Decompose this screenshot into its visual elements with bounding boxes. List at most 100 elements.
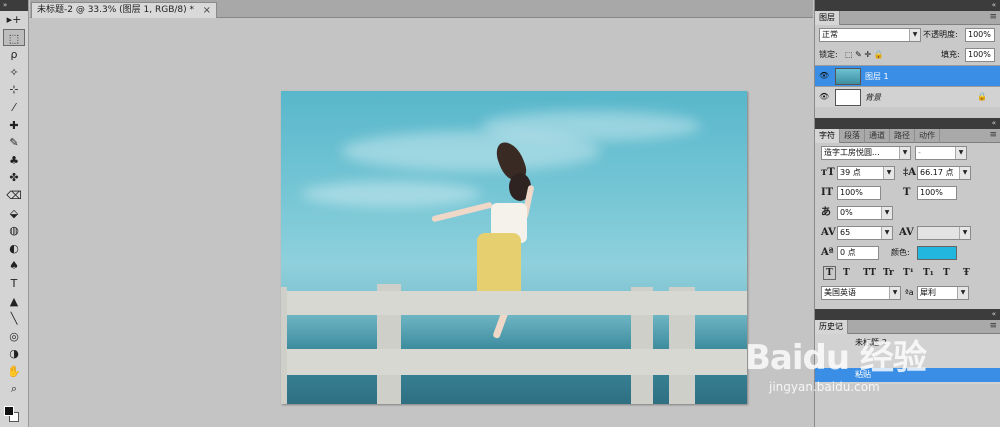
- language-select[interactable]: 美国英语 ▼: [821, 286, 901, 300]
- layer-row[interactable]: 👁 图层 1: [815, 65, 1000, 86]
- tab-character[interactable]: 字符: [815, 129, 840, 143]
- tracking-row: AV 65 ▼ AV ▼: [815, 223, 1000, 243]
- horizontal-scale-icon: T: [903, 187, 911, 198]
- crop-tool-icon[interactable]: ⊹: [3, 81, 25, 99]
- layer-row[interactable]: 👁 背景 🔒: [815, 86, 1000, 107]
- faux-italic-icon[interactable]: T: [843, 263, 850, 283]
- panel-menu-icon[interactable]: ≡: [989, 12, 997, 22]
- canvas-area[interactable]: [30, 19, 813, 427]
- panel-collapse-strip[interactable]: «: [815, 0, 1000, 11]
- chevron-down-icon: ▼: [955, 147, 966, 159]
- leading-icon: ‡A: [903, 167, 916, 178]
- healing-brush-tool-icon[interactable]: ✚: [3, 117, 25, 135]
- chevron-down-icon: ▼: [959, 167, 970, 179]
- history-brush-tool-icon[interactable]: ✤: [3, 169, 25, 187]
- small-caps-icon[interactable]: Tr: [883, 263, 894, 283]
- eye-icon[interactable]: 👁: [819, 92, 829, 101]
- dodge-tool-icon[interactable]: ◐: [3, 240, 25, 258]
- layers-panel-tabs: 图层 ≡: [815, 11, 1000, 25]
- underline-icon[interactable]: T: [943, 263, 950, 283]
- toolbox-grip[interactable]: »: [0, 0, 28, 11]
- panel-collapse-strip[interactable]: «: [815, 118, 1000, 129]
- blur-tool-icon[interactable]: ◍: [3, 222, 25, 240]
- subscript-icon[interactable]: T₁: [923, 263, 934, 283]
- kerning-field[interactable]: ▼: [917, 226, 971, 240]
- leading-field[interactable]: 66.17 点 ▼: [917, 166, 971, 180]
- font-family-value: 造字工房悦圆...: [824, 148, 880, 157]
- opacity-field[interactable]: 100%: [965, 28, 995, 42]
- move-tool-icon[interactable]: ▸+: [3, 11, 25, 29]
- tab-layers[interactable]: 图层: [815, 11, 840, 25]
- document-tab-bar: 未标题-2 @ 33.3% (图层 1, RGB/8) * ×: [30, 0, 813, 18]
- close-icon[interactable]: ×: [203, 3, 211, 18]
- font-style-select[interactable]: - ▼: [915, 146, 967, 160]
- tsume-value: 0%: [840, 208, 853, 217]
- anti-alias-select[interactable]: 犀利 ▼: [917, 286, 969, 300]
- tab-actions[interactable]: 动作: [915, 129, 940, 143]
- fill-field[interactable]: 100%: [965, 48, 995, 62]
- lock-icon: 🔒: [977, 92, 987, 101]
- baidu-watermark: Baidu 经验 jingyan.baidu.com: [745, 330, 965, 410]
- panel-collapse-strip[interactable]: «: [815, 309, 1000, 320]
- eye-icon[interactable]: 👁: [819, 71, 829, 80]
- opacity-label: 不透明度:: [923, 30, 958, 39]
- brush-tool-icon[interactable]: ✎: [3, 134, 25, 152]
- tracking-value: 65: [840, 228, 851, 237]
- chevron-down-icon: ▼: [909, 29, 920, 41]
- clone-stamp-tool-icon[interactable]: ♣: [3, 152, 25, 170]
- horizontal-scale-field[interactable]: 100%: [917, 186, 957, 200]
- vertical-scale-icon: IT: [821, 187, 834, 198]
- tsume-field[interactable]: 0% ▼: [837, 206, 893, 220]
- line-tool-icon[interactable]: ╲: [3, 310, 25, 328]
- blend-mode-select[interactable]: 正常 ▼: [819, 28, 921, 42]
- text-color-swatch[interactable]: [917, 246, 957, 260]
- color-label: 颜色:: [891, 248, 910, 257]
- paint-bucket-tool-icon[interactable]: ⬙: [3, 205, 25, 223]
- layer-thumbnail: [835, 68, 861, 85]
- panel-menu-icon[interactable]: ≡: [989, 321, 997, 331]
- magic-wand-tool-icon[interactable]: ✧: [3, 64, 25, 82]
- kerning-icon: AV: [899, 227, 914, 238]
- character-panel-tabs: 字符 段落 通道 路径 动作 ≡: [815, 129, 1000, 143]
- chevron-down-icon: ▼: [883, 167, 894, 179]
- tab-channels[interactable]: 通道: [865, 129, 890, 143]
- rotate-3d-view-tool-icon[interactable]: ◑: [3, 345, 25, 363]
- foreground-color-swatch[interactable]: [4, 406, 14, 416]
- zoom-tool-icon[interactable]: ⌕: [3, 380, 25, 398]
- baseline-shift-field[interactable]: 0 点: [837, 246, 879, 260]
- eyedropper-tool-icon[interactable]: ⁄: [3, 99, 25, 117]
- scale-row: IT 100% T 100%: [815, 183, 1000, 203]
- rotate-3d-tool-icon[interactable]: ◎: [3, 328, 25, 346]
- watermark-brand: Baidu 经验: [745, 338, 927, 378]
- tab-paragraph[interactable]: 段落: [840, 129, 865, 143]
- marquee-tool-icon[interactable]: ⬚: [3, 28, 25, 47]
- color-swatches[interactable]: [3, 404, 25, 424]
- baseline-row: Aª 0 点 颜色:: [815, 243, 1000, 263]
- lasso-tool-icon[interactable]: ρ: [3, 46, 25, 64]
- document-tab[interactable]: 未标题-2 @ 33.3% (图层 1, RGB/8) * ×: [31, 2, 217, 18]
- layer-name: 图层 1: [865, 72, 889, 81]
- strikethrough-icon[interactable]: Ŧ: [963, 263, 970, 283]
- path-selection-tool-icon[interactable]: ▲: [3, 293, 25, 311]
- hand-tool-icon[interactable]: ✋: [3, 363, 25, 381]
- faux-bold-icon[interactable]: T: [823, 266, 836, 280]
- chevron-down-icon: ▼: [899, 147, 910, 159]
- type-tool-icon[interactable]: T: [3, 275, 25, 293]
- toolbox: » ▸+ ⬚ ρ ✧ ⊹ ⁄ ✚ ✎ ♣ ✤ ⌫ ⬙ ◍ ◐ ♠ T ▲ ╲ ◎ ◑ ✋ ⌕: [0, 0, 29, 427]
- document-image[interactable]: [281, 91, 747, 404]
- panel-menu-icon[interactable]: ≡: [989, 130, 997, 140]
- superscript-icon[interactable]: T¹: [903, 263, 914, 283]
- tab-paths[interactable]: 路径: [890, 129, 915, 143]
- font-size-value: 39 点: [840, 168, 861, 177]
- pen-tool-icon[interactable]: ♠: [3, 257, 25, 275]
- vertical-scale-field[interactable]: 100%: [837, 186, 881, 200]
- font-size-field[interactable]: 39 点 ▼: [837, 166, 895, 180]
- fill-label: 填充:: [941, 50, 960, 59]
- all-caps-icon[interactable]: TT: [863, 263, 876, 283]
- chevron-down-icon: ▼: [957, 287, 968, 299]
- eraser-tool-icon[interactable]: ⌫: [3, 187, 25, 205]
- font-family-select[interactable]: 造字工房悦圆... ▼: [821, 146, 911, 160]
- tracking-field[interactable]: 65 ▼: [837, 226, 893, 240]
- language-value: 美国英语: [824, 288, 856, 297]
- lock-icons[interactable]: ⬚ ✎ ✛ 🔒: [845, 45, 884, 65]
